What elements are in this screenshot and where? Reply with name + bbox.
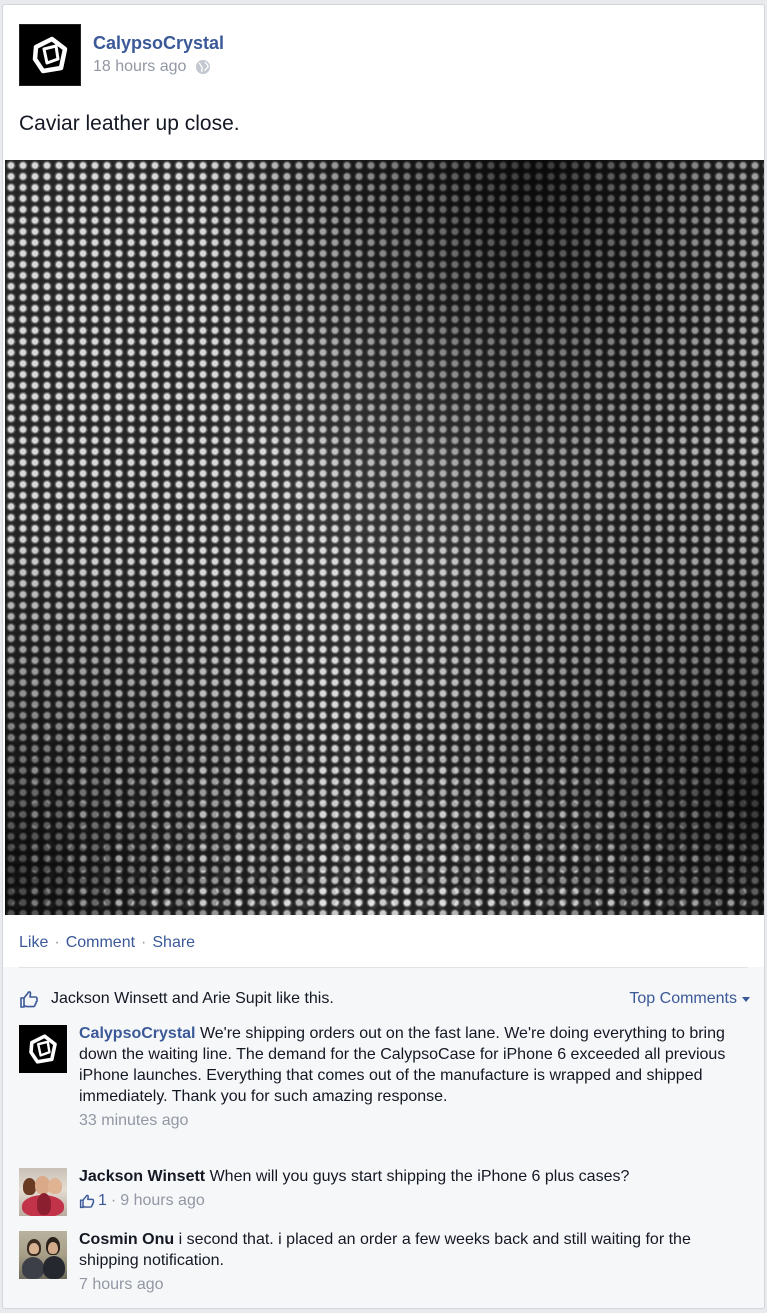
action-separator: · (141, 934, 147, 951)
chevron-down-icon (742, 996, 750, 1002)
meta-separator: · (110, 1192, 117, 1209)
share-link[interactable]: Share (152, 934, 195, 952)
comment-author[interactable]: CalypsoCrystal (79, 1025, 196, 1042)
comment-body: Jackson Winsett When will you guys start… (79, 1166, 739, 1211)
calypso-logo-icon (32, 36, 68, 74)
action-separator: · (54, 934, 60, 951)
likes-summary: Jackson Winsett and Arie Supit like this… (19, 988, 750, 1010)
commenter-avatar[interactable] (19, 1025, 67, 1073)
comment-time[interactable]: 7 hours ago (79, 1274, 164, 1295)
post-timestamp[interactable]: 18 hours ago (93, 58, 186, 76)
comment-meta: 33 minutes ago (79, 1110, 739, 1131)
action-bar: Like · Comment · Share (19, 934, 195, 952)
globe-icon[interactable] (195, 59, 211, 75)
comment-item: CalypsoCrystal We're shipping orders out… (19, 1023, 750, 1153)
post-card: CalypsoCrystal 18 hours ago Caviar leath… (2, 4, 765, 1309)
comment-body: CalypsoCrystal We're shipping orders out… (79, 1023, 739, 1131)
commenter-avatar[interactable] (19, 1231, 67, 1279)
comment-time[interactable]: 9 hours ago (120, 1190, 205, 1211)
feedback-section: Jackson Winsett and Arie Supit like this… (3, 967, 764, 1308)
top-comments-label: Top Comments (629, 990, 737, 1007)
comment-text: When will you guys start shipping the iP… (209, 1168, 630, 1185)
comment-like-count[interactable]: 1 (79, 1190, 107, 1211)
comment-item: Cosmin Onu i second that. i placed an or… (19, 1229, 750, 1304)
thumbs-up-icon (20, 991, 38, 1008)
page-avatar[interactable] (19, 24, 81, 86)
post-message: Caviar leather up close. (19, 112, 240, 135)
calypso-logo-icon (29, 1034, 57, 1064)
comment-author[interactable]: Jackson Winsett (79, 1168, 205, 1185)
like-count-value: 1 (98, 1192, 107, 1209)
post-photo[interactable] (5, 160, 764, 915)
top-comments-dropdown[interactable]: Top Comments (629, 990, 750, 1008)
divider (19, 967, 748, 968)
commenter-avatar[interactable] (19, 1168, 67, 1216)
comment-item: Jackson Winsett When will you guys start… (19, 1166, 750, 1222)
comment-link[interactable]: Comment (66, 934, 135, 952)
page-name-link[interactable]: CalypsoCrystal (93, 33, 224, 54)
comment-author[interactable]: Cosmin Onu (79, 1231, 174, 1248)
comment-body: Cosmin Onu i second that. i placed an or… (79, 1229, 739, 1295)
comment-time[interactable]: 33 minutes ago (79, 1110, 188, 1131)
likes-text[interactable]: Jackson Winsett and Arie Supit like this… (51, 990, 334, 1008)
thumbs-up-icon (79, 1194, 95, 1208)
comment-meta: 7 hours ago (79, 1274, 739, 1295)
comment-meta: 1 · 9 hours ago (79, 1190, 739, 1211)
post-meta: 18 hours ago (93, 58, 211, 76)
like-link[interactable]: Like (19, 934, 48, 952)
